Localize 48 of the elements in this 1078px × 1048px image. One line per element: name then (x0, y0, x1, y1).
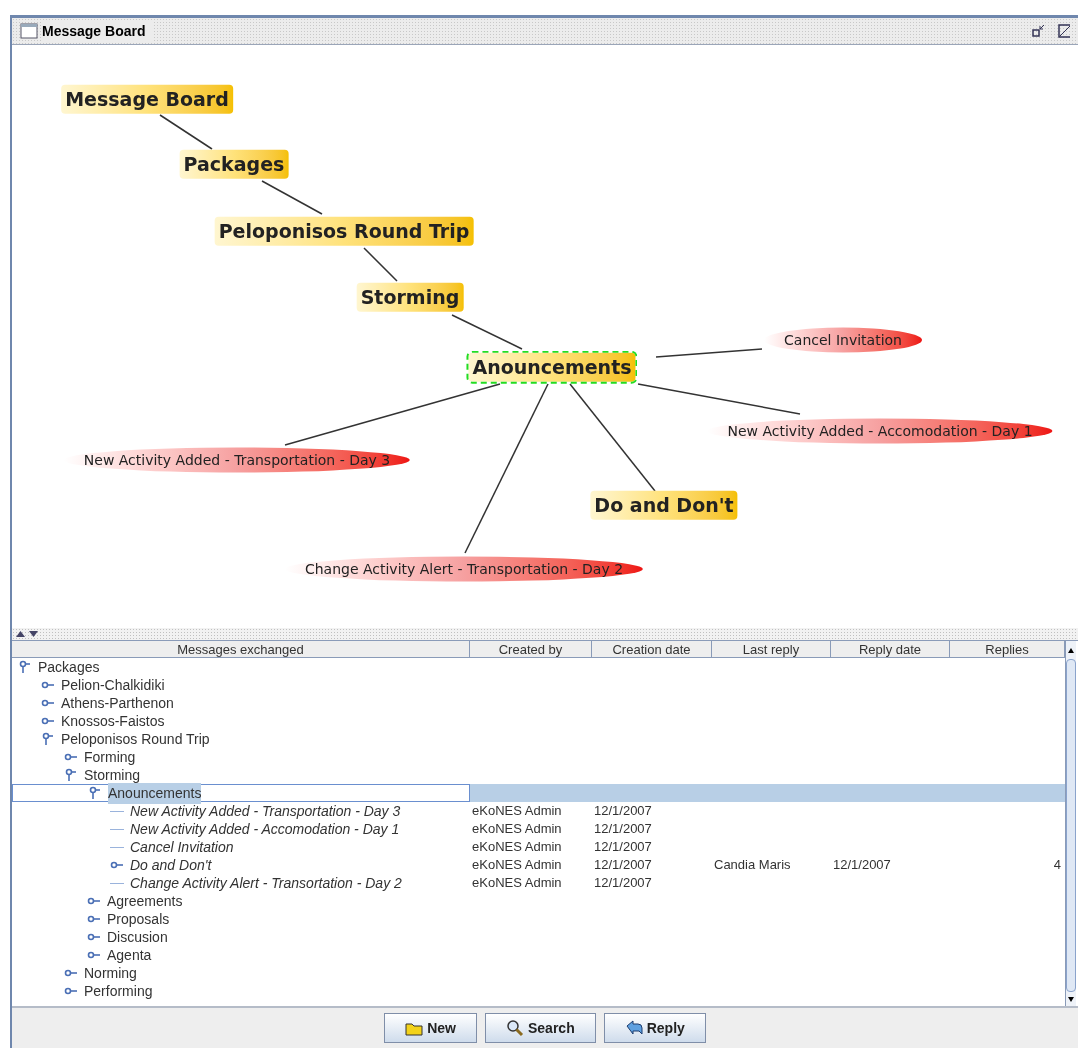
collapse-up-icon[interactable] (16, 631, 25, 637)
table-cell: eKoNES Admin (472, 839, 562, 855)
minimize-window-icon[interactable] (1032, 24, 1046, 38)
tree-item[interactable]: Anouncements (108, 782, 202, 804)
window-title: Message Board (42, 20, 154, 42)
reply-button[interactable]: Reply (603, 1013, 706, 1043)
table-cell: eKoNES Admin (472, 875, 562, 891)
topic-node[interactable]: Message Board (61, 84, 233, 114)
column-header[interactable]: Reply date (831, 641, 950, 657)
window-icon (20, 23, 38, 39)
topic-node[interactable]: Storming (356, 282, 464, 312)
table-cell: eKoNES Admin (472, 821, 562, 837)
new-button[interactable]: New (384, 1013, 477, 1043)
search-button[interactable]: Search (485, 1013, 596, 1043)
connector-line (363, 247, 398, 282)
reply-arrow-icon (624, 1020, 643, 1036)
topic-node[interactable]: Packages (179, 149, 289, 179)
message-node[interactable]: Cancel Invitation (764, 327, 922, 353)
table-cell: 12/1/2007 (594, 875, 652, 891)
column-header[interactable]: Created by (470, 641, 592, 657)
connector-line (261, 180, 323, 215)
maximize-window-icon[interactable] (1058, 24, 1070, 38)
expanded-handle-icon[interactable] (64, 768, 78, 782)
table-cell: 12/1/2007 (594, 839, 652, 855)
connector-line (451, 314, 523, 350)
topic-node[interactable]: Do and Don't (590, 490, 738, 520)
vertical-scrollbar[interactable] (1065, 641, 1076, 1006)
table-cell: eKoNES Admin (472, 803, 562, 819)
expand-down-icon[interactable] (29, 631, 38, 637)
expanded-handle-icon[interactable] (18, 660, 32, 674)
topic-node[interactable]: Anouncements (468, 352, 636, 382)
column-header[interactable]: Last reply (712, 641, 831, 657)
table-cell: 4 (1053, 857, 1061, 873)
table-cell: 12/1/2007 (594, 803, 652, 819)
connector-line (159, 114, 213, 150)
expanded-handle-icon[interactable] (88, 786, 102, 800)
folder-icon (405, 1020, 424, 1036)
table-cell: Candia Maris (714, 857, 791, 873)
table-cell: eKoNES Admin (472, 857, 562, 873)
table-cell: 12/1/2007 (833, 857, 891, 873)
column-header[interactable]: Messages exchanged (12, 641, 470, 657)
table-cell: 12/1/2007 (594, 857, 652, 873)
scrollbar-thumb[interactable] (1066, 659, 1076, 992)
topic-node[interactable]: Peloponisos Round Trip (214, 216, 474, 246)
expanded-handle-icon[interactable] (41, 732, 55, 746)
column-header[interactable]: Creation date (592, 641, 712, 657)
table-cell: 12/1/2007 (594, 821, 652, 837)
search-icon (506, 1019, 524, 1037)
